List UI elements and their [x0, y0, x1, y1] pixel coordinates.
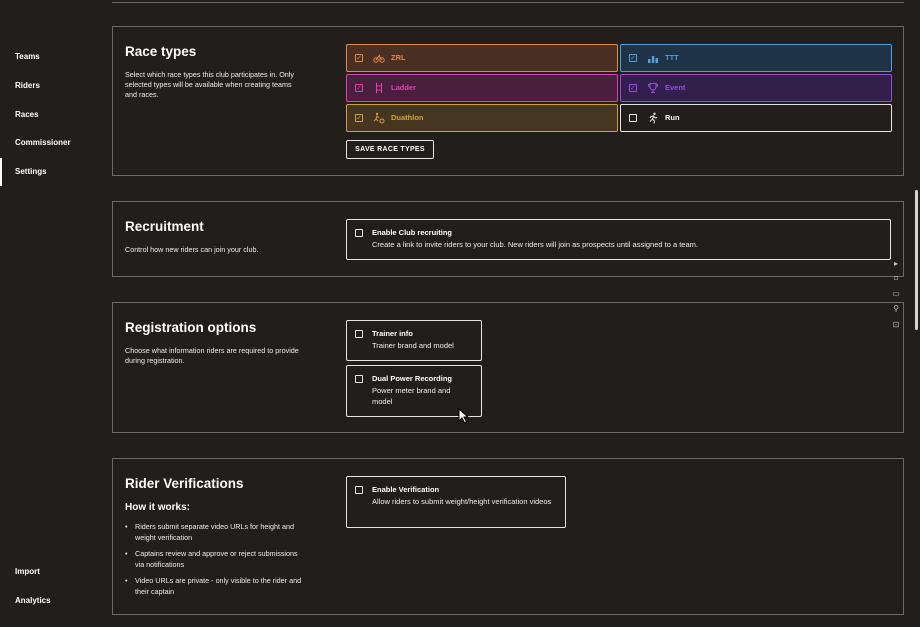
- checkbox-unchecked[interactable]: [355, 375, 363, 383]
- race-type-label: TTT: [665, 53, 679, 62]
- runner-icon: [649, 112, 658, 124]
- mouse-cursor-icon: [458, 408, 470, 424]
- option-title: Trainer info: [372, 329, 413, 338]
- pin-icon[interactable]: ⚲: [892, 305, 900, 313]
- checkbox-unchecked[interactable]: [629, 114, 637, 122]
- checkbox-unchecked[interactable]: [355, 229, 363, 237]
- bike-icon: [373, 54, 385, 63]
- sidebar-item-races[interactable]: Races: [15, 108, 95, 122]
- save-race-types-button[interactable]: SAVE RACE TYPES: [346, 140, 434, 159]
- option-title: Enable Verification: [372, 485, 440, 494]
- registration-title: Registration options: [125, 320, 257, 335]
- race-type-label: Run: [665, 113, 680, 122]
- race-type-label: ZRL: [391, 53, 406, 62]
- race-type-event[interactable]: ✓ Event: [620, 74, 892, 102]
- verification-bullet: Captains review and approve or reject su…: [125, 549, 305, 570]
- edge-toolbar: ▸ ⌑ ▭ ⚲ ⊡: [890, 256, 902, 336]
- sidebar-item-settings[interactable]: Settings: [0, 158, 95, 186]
- verification-bullet: Video URLs are private - only visible to…: [125, 576, 305, 597]
- checkbox-checked[interactable]: ✓: [629, 54, 637, 62]
- option-title: Enable Club recruiting: [372, 228, 453, 237]
- checkbox-checked[interactable]: ✓: [355, 84, 363, 92]
- scrollbar-thumb[interactable]: [915, 190, 918, 330]
- checkbox-checked[interactable]: ✓: [355, 114, 363, 122]
- enable-verification-option[interactable]: Enable Verification Allow riders to subm…: [346, 476, 566, 528]
- option-description: Create a link to invite riders to your c…: [372, 240, 698, 249]
- duathlon-icon: [373, 112, 385, 124]
- sidebar: Teams Riders Races Commissioner Settings…: [0, 0, 100, 627]
- race-type-run[interactable]: Run: [620, 104, 892, 132]
- previous-section-edge: [112, 0, 904, 3]
- sidebar-item-riders[interactable]: Riders: [15, 79, 95, 93]
- trophy-icon: [648, 83, 658, 93]
- race-type-label: Ladder: [391, 83, 417, 92]
- race-type-label: Event: [665, 83, 686, 92]
- race-type-ttt[interactable]: ✓ TTT: [620, 44, 892, 72]
- race-types-title: Race types: [125, 44, 197, 59]
- bars-icon: [648, 56, 658, 63]
- how-it-works-heading: How it works:: [125, 502, 191, 513]
- checkbox-checked[interactable]: ✓: [355, 54, 363, 62]
- sidebar-item-teams[interactable]: Teams: [15, 50, 95, 64]
- ladder-icon: [376, 83, 382, 93]
- comment-icon[interactable]: ▭: [892, 290, 900, 298]
- race-type-duathlon[interactable]: ✓ Duathlon: [346, 104, 618, 132]
- verifications-section: Rider Verifications How it works: Riders…: [112, 458, 904, 615]
- registration-section: Registration options Choose what informa…: [112, 302, 904, 433]
- trainer-info-option[interactable]: Trainer info Trainer brand and model: [346, 320, 482, 361]
- recruitment-title: Recruitment: [125, 219, 204, 234]
- capture-icon[interactable]: ⊡: [892, 321, 900, 329]
- race-type-zrl[interactable]: ✓ ZRL: [346, 44, 618, 72]
- sidebar-item-analytics[interactable]: Analytics: [15, 596, 51, 605]
- option-description: Power meter brand and model: [372, 386, 451, 406]
- option-description: Allow riders to submit weight/height ver…: [372, 497, 552, 506]
- race-type-label: Duathlon: [391, 113, 424, 122]
- option-description: Trainer brand and model: [372, 341, 454, 350]
- verification-bullet: Riders submit separate video URLs for he…: [125, 522, 305, 543]
- enable-club-recruiting-option[interactable]: Enable Club recruiting Create a link to …: [346, 219, 891, 260]
- option-title: Dual Power Recording: [372, 374, 453, 383]
- registration-description: Choose what information riders are requi…: [125, 346, 299, 365]
- checkbox-checked[interactable]: ✓: [629, 84, 637, 92]
- bookmark-icon[interactable]: ⌑: [892, 275, 900, 283]
- recruitment-description: Control how new riders can join your clu…: [125, 245, 259, 254]
- sidebar-item-commissioner[interactable]: Commissioner: [15, 136, 95, 150]
- play-icon[interactable]: ▸: [892, 260, 900, 268]
- verifications-title: Rider Verifications: [125, 476, 244, 491]
- checkbox-unchecked[interactable]: [355, 486, 363, 494]
- recruitment-section: Recruitment Control how new riders can j…: [112, 201, 904, 277]
- race-types-description: Select which race types this club partic…: [125, 70, 294, 99]
- checkbox-unchecked[interactable]: [355, 330, 363, 338]
- sidebar-item-import[interactable]: Import: [15, 567, 40, 576]
- race-types-section: Race types Select which race types this …: [112, 26, 904, 176]
- race-type-ladder[interactable]: ✓ Ladder: [346, 74, 618, 102]
